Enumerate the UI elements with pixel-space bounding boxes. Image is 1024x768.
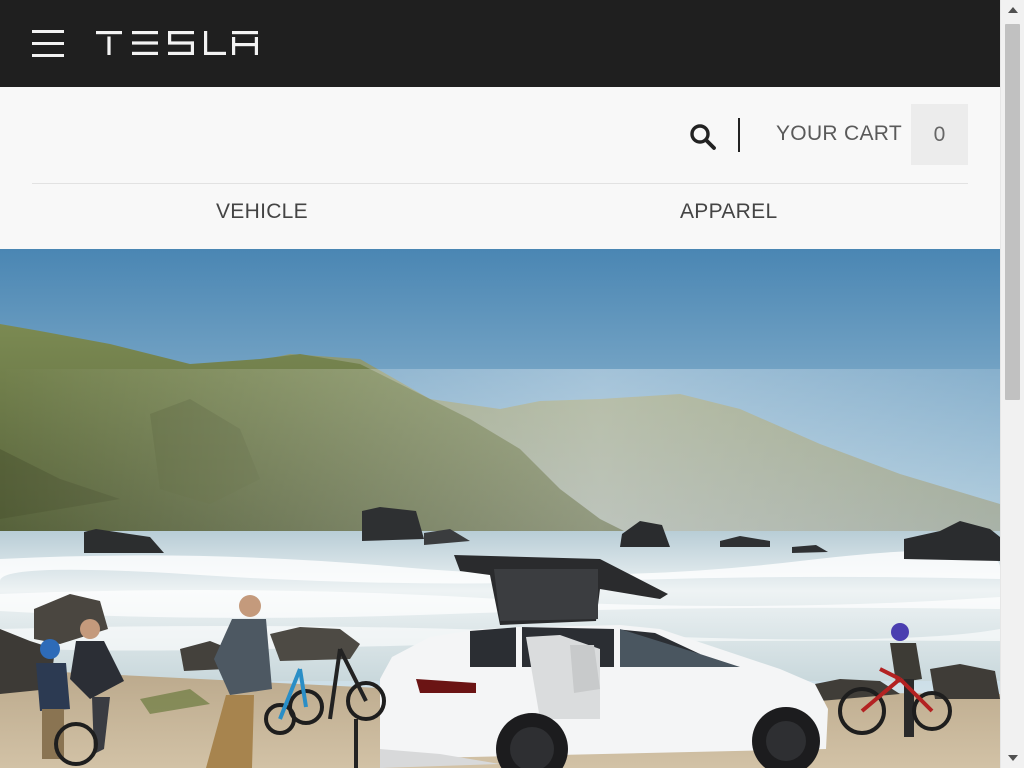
hero-photo[interactable] bbox=[0, 249, 1000, 768]
category-vehicle[interactable]: VEHICLE bbox=[216, 200, 308, 224]
search-icon[interactable] bbox=[689, 123, 717, 151]
top-bar bbox=[0, 0, 1000, 87]
hamburger-menu-icon[interactable] bbox=[32, 30, 64, 58]
scrollbar-thumb[interactable] bbox=[1005, 24, 1020, 400]
store-page: YOUR CART 0 VEHICLE APPAREL bbox=[0, 0, 1000, 768]
divider bbox=[738, 118, 740, 152]
cart-count-badge[interactable]: 0 bbox=[911, 104, 968, 165]
tesla-logo[interactable] bbox=[96, 31, 258, 55]
scroll-up-arrow-icon[interactable] bbox=[1001, 0, 1024, 20]
cart-link[interactable]: YOUR CART bbox=[776, 122, 902, 146]
scroll-down-arrow-icon[interactable] bbox=[1001, 748, 1024, 768]
category-apparel[interactable]: APPAREL bbox=[680, 200, 777, 224]
divider bbox=[32, 183, 968, 184]
vertical-scrollbar[interactable] bbox=[1000, 0, 1024, 768]
